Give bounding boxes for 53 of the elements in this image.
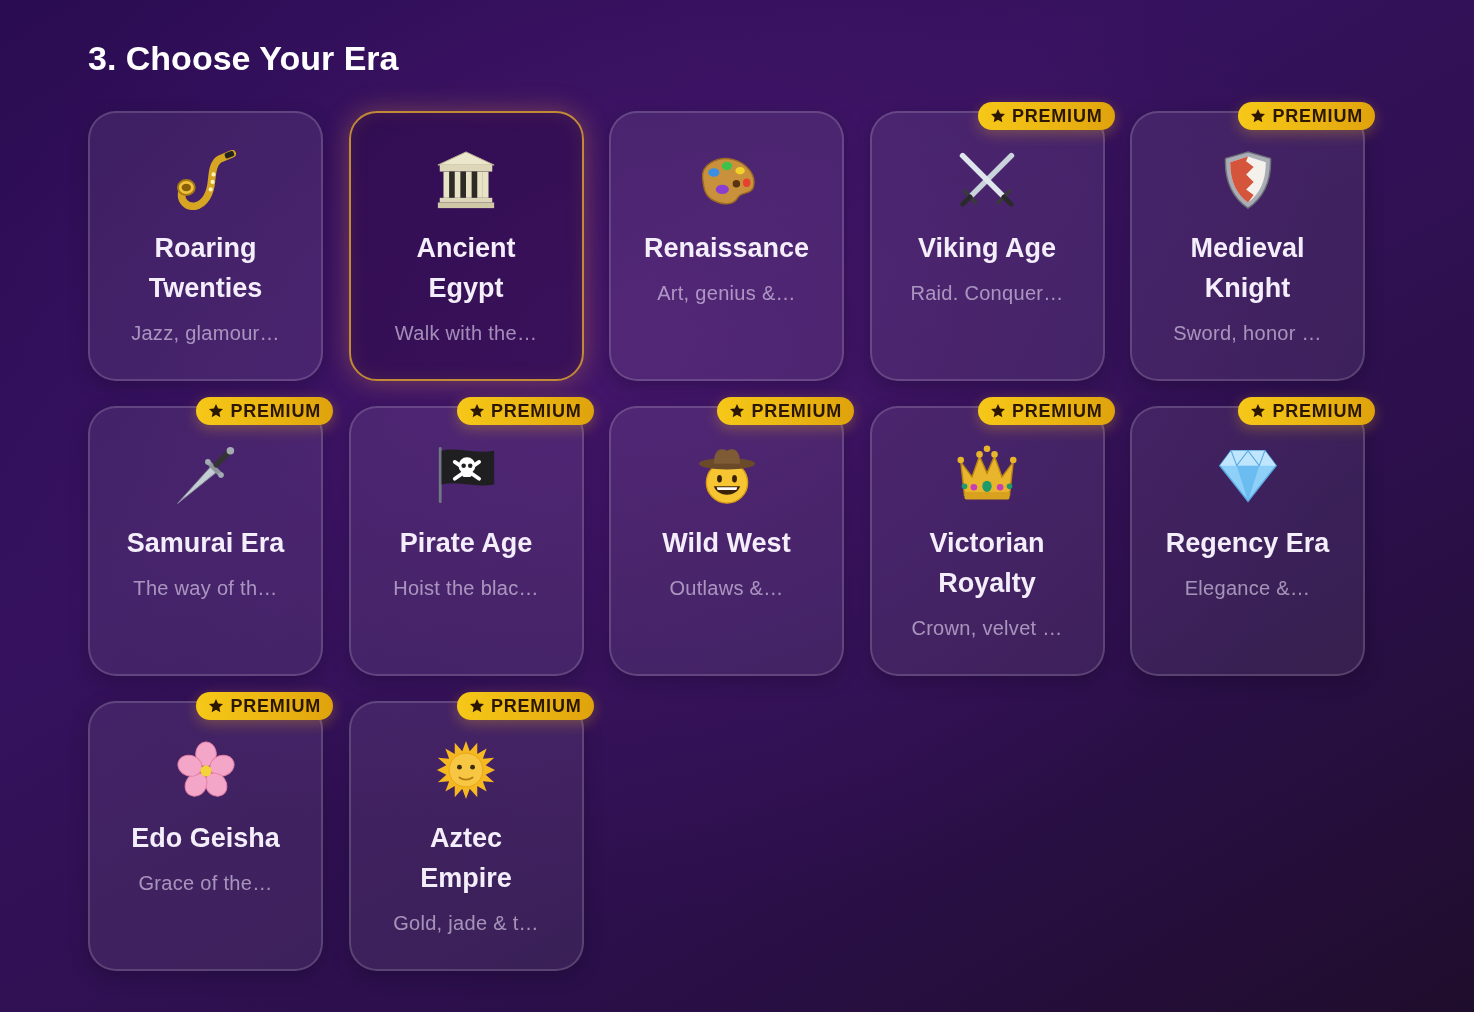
era-description: Jazz, glamour… [131,321,280,346]
era-title: Aztec Empire [419,822,513,895]
era-title: Victorian Royalty [928,527,1046,600]
pirate-flag-icon [436,445,496,505]
era-title: Roaring Twenties [147,232,264,305]
crossed-swords-icon [957,150,1017,210]
era-card[interactable]: Roaring Twenties Jazz, glamour… [88,111,323,381]
era-description: Walk with the… [394,321,538,346]
era-description: Elegance &… [1184,576,1311,601]
premium-label: PREMIUM [751,400,842,423]
era-title: Wild West [662,527,791,560]
star-icon [468,698,485,714]
era-title: Ancient Egypt [415,232,517,305]
era-title: Samurai Era [126,527,285,560]
columned-building-icon [436,150,496,210]
star-icon [208,698,225,714]
star-icon [989,403,1006,419]
era-card[interactable]: Ancient Egypt Walk with the… [348,111,584,381]
star-icon [729,403,746,419]
star-icon [468,403,485,419]
era-description: Raid. Conquer… [910,281,1064,306]
star-icon [1250,108,1267,124]
dagger-icon [175,445,236,505]
era-description: Outlaws &… [669,576,784,601]
premium-label: PREMIUM [490,400,582,423]
star-icon [989,108,1006,124]
era-title: Medieval Knight [1189,232,1306,305]
premium-label: PREMIUM [490,695,582,718]
era-description: Hoist the blac… [393,576,539,601]
era-description: Gold, jade & t… [393,911,539,936]
premium-label: PREMIUM [1011,400,1103,423]
era-card[interactable]: Renaissance Art, genius &… [609,111,844,381]
era-description: Crown, velvet … [911,616,1063,641]
era-description: Sword, honor … [1173,321,1322,346]
blossom-icon [175,740,236,800]
era-description: Grace of the… [138,871,273,896]
premium-label: PREMIUM [230,695,321,718]
premium-label: PREMIUM [1011,105,1103,128]
era-title: Edo Geisha [131,822,280,855]
star-icon [208,403,225,419]
era-title: Regency Era [1165,527,1330,560]
era-description: The way of th… [133,576,278,601]
star-icon [1250,403,1267,419]
saxophone-icon [175,150,236,210]
premium-label: PREMIUM [1272,400,1363,423]
era-title: Pirate Age [399,527,533,560]
premium-label: PREMIUM [1272,105,1363,128]
era-description: Art, genius &… [657,281,796,306]
sun-face-icon [436,740,496,800]
premium-label: PREMIUM [230,400,321,423]
era-title: Renaissance [643,232,810,265]
era-title: Viking Age [917,232,1056,265]
section-heading: 3. Choose Your Era [88,38,399,78]
